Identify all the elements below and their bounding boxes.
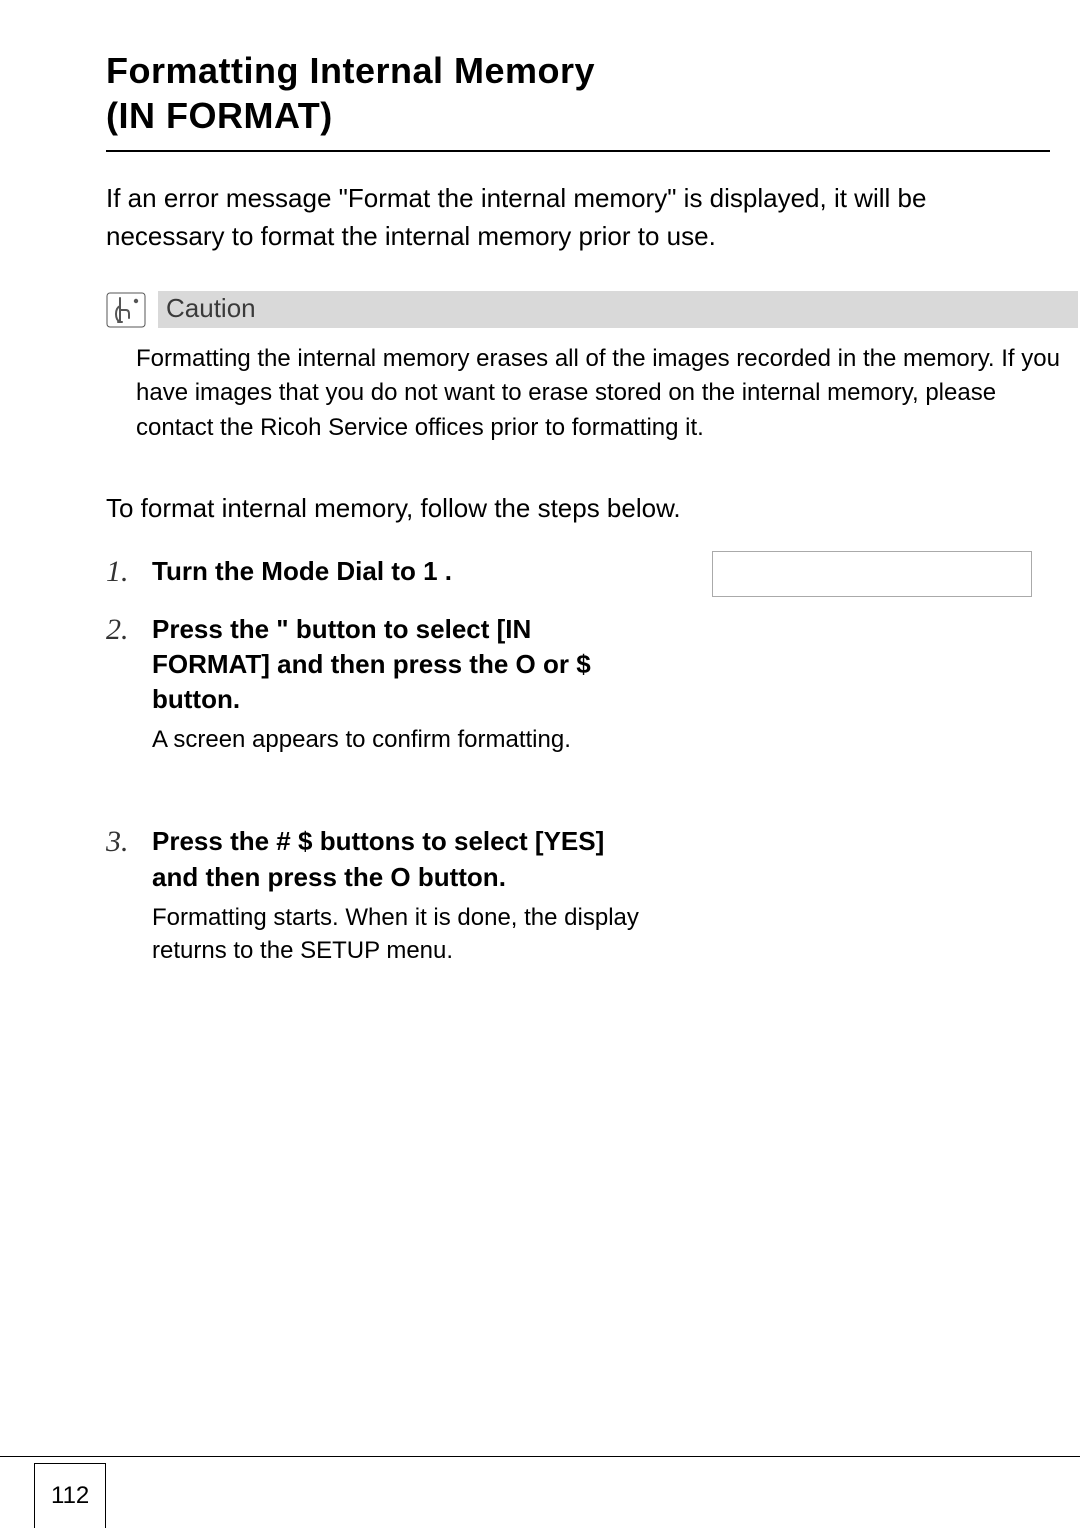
steps-list: 1 Turn the Mode Dial to 1 . 2 Press the … — [106, 554, 1080, 968]
page-footer: 112 — [0, 1456, 1080, 1528]
caution-label: Caution — [158, 291, 1078, 328]
page-number: 112 — [34, 1463, 106, 1528]
step-sub: Formatting starts. When it is done, the … — [152, 901, 652, 968]
caution-icon — [106, 292, 146, 328]
step-number: 1 — [106, 554, 134, 590]
step-title: Turn the Mode Dial to 1 . — [152, 554, 652, 589]
screenshot-placeholder — [712, 551, 1032, 597]
step-gap — [106, 778, 1080, 824]
step-item: 2 Press the " button to select [IN FORMA… — [106, 612, 1080, 757]
step-sub: A screen appears to confirm formatting. — [152, 723, 652, 757]
title-line-1: Formatting Internal Memory — [106, 50, 595, 91]
caution-heading-row: Caution — [106, 291, 1080, 328]
step-number: 2 — [106, 612, 134, 757]
step-item: 3 Press the # $ buttons to select [YES] … — [106, 824, 1080, 967]
intro-text: If an error message "Format the internal… — [106, 180, 1080, 255]
title-line-2: (IN FORMAT) — [106, 95, 333, 136]
step-title: Press the # $ buttons to select [YES] an… — [152, 824, 652, 894]
lead-text: To format internal memory, follow the st… — [106, 493, 1080, 524]
caution-body: Formatting the internal memory erases al… — [106, 342, 1080, 444]
step-number: 3 — [106, 824, 134, 967]
page-title: Formatting Internal Memory (IN FORMAT) — [106, 48, 1050, 152]
step-title: Press the " button to select [IN FORMAT]… — [152, 612, 652, 717]
